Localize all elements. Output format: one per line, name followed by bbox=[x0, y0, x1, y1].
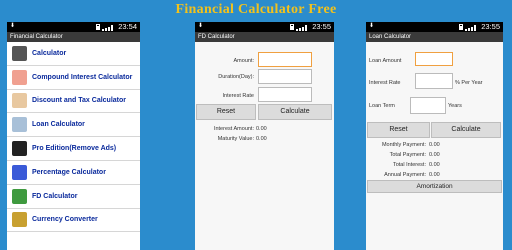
total-payment-label: Total Payment: bbox=[389, 152, 426, 158]
menu-item-label: Discount and Tax Calculator bbox=[32, 97, 126, 105]
maturity-value-value: 0.00 bbox=[256, 136, 267, 142]
menu-item-label: Calculator bbox=[32, 49, 67, 57]
menu-item[interactable]: Loan Calculator bbox=[7, 113, 140, 138]
download-icon: ⬇ bbox=[369, 23, 375, 29]
signal-icon bbox=[102, 24, 116, 31]
duration-input[interactable] bbox=[258, 69, 312, 84]
menu-item-label: Pro Edition(Remove Ads) bbox=[32, 145, 117, 153]
amount-label: Amount: bbox=[233, 58, 254, 64]
screen-title-bar: Loan Calculator bbox=[366, 32, 503, 42]
loan-term-label: Loan Term bbox=[369, 103, 395, 109]
total-interest-label: Total Interest: bbox=[392, 162, 426, 168]
menu-item-label: Percentage Calculator bbox=[32, 168, 106, 176]
interest-rate-input[interactable] bbox=[415, 73, 453, 89]
annual-payment-label: Annual Payment: bbox=[384, 172, 426, 178]
piggy-bank-icon bbox=[12, 69, 27, 85]
total-payment-value: 0.00 bbox=[429, 152, 440, 158]
menu-item[interactable]: Discount and Tax Calculator bbox=[7, 90, 140, 114]
reset-button[interactable]: Reset bbox=[367, 122, 430, 138]
status-time: 23:54 bbox=[118, 22, 137, 31]
interest-rate-input[interactable] bbox=[258, 87, 312, 102]
menu-item-label: Compound Interest Calculator bbox=[32, 73, 133, 81]
menu-item[interactable]: Calculator bbox=[7, 42, 140, 66]
calculator-icon bbox=[12, 45, 27, 61]
phone-main-menu: ⬇ 23:54 Financial Calculator Calculator C… bbox=[7, 22, 140, 250]
maturity-value-label: Maturity Value: bbox=[217, 136, 254, 142]
hand-money-icon bbox=[12, 93, 27, 109]
years-suffix: Years bbox=[448, 103, 462, 109]
interest-rate-label: Interest Rate bbox=[369, 80, 401, 86]
app-title-bar: Financial Calculator bbox=[7, 32, 140, 42]
duration-label: Duration(Day): bbox=[218, 74, 254, 80]
currency-icon bbox=[12, 212, 27, 228]
monthly-payment-value: 0.00 bbox=[429, 142, 440, 148]
menu-item[interactable]: Compound Interest Calculator bbox=[7, 66, 140, 90]
house-icon bbox=[12, 117, 27, 133]
phone-fd-calculator: ⬇ 23:55 FD Calculator Amount: Duration(D… bbox=[195, 22, 334, 250]
reset-button[interactable]: Reset bbox=[196, 104, 256, 120]
amount-input[interactable] bbox=[258, 52, 312, 67]
banner-title: Financial Calculator Free bbox=[175, 2, 337, 17]
badge-icon bbox=[12, 141, 27, 157]
menu-item-label: Loan Calculator bbox=[32, 121, 85, 129]
signal-icon bbox=[296, 24, 310, 31]
status-bar: ⬇ 23:54 bbox=[7, 22, 140, 32]
menu-list: Calculator Compound Interest Calculator Di… bbox=[7, 42, 140, 233]
monthly-payment-label: Monthly Payment: bbox=[381, 142, 426, 148]
menu-item-label: Currency Converter bbox=[32, 216, 98, 224]
per-year-suffix: % Per Year bbox=[455, 80, 483, 86]
interest-amount-value: 0.00 bbox=[256, 126, 267, 132]
menu-item[interactable]: FD Calculator bbox=[7, 185, 140, 209]
menu-item[interactable]: Currency Converter bbox=[7, 209, 140, 233]
screen-title-bar: FD Calculator bbox=[195, 32, 334, 42]
loan-term-input[interactable] bbox=[410, 97, 446, 114]
battery-icon bbox=[290, 24, 294, 30]
menu-item[interactable]: Percentage Calculator bbox=[7, 161, 140, 185]
fd-icon bbox=[12, 188, 27, 204]
calculate-button[interactable]: Calculate bbox=[258, 104, 332, 120]
amortization-button[interactable]: Amortization bbox=[367, 180, 502, 193]
annual-payment-value: 0.00 bbox=[429, 172, 440, 178]
total-interest-value: 0.00 bbox=[429, 162, 440, 168]
download-icon: ⬇ bbox=[10, 23, 16, 29]
menu-item-label: FD Calculator bbox=[32, 192, 78, 200]
interest-rate-label: Interest Rate bbox=[222, 93, 255, 99]
status-time: 23:55 bbox=[312, 22, 331, 31]
percent-icon bbox=[12, 164, 27, 180]
menu-item[interactable]: Pro Edition(Remove Ads) bbox=[7, 137, 140, 161]
status-time: 23:55 bbox=[481, 22, 500, 31]
battery-icon bbox=[459, 24, 463, 30]
interest-amount-label: Interest Amount: bbox=[213, 126, 254, 132]
battery-icon bbox=[96, 24, 100, 30]
loan-amount-label: Loan Amount bbox=[369, 58, 402, 64]
status-bar: ⬇ 23:55 bbox=[195, 22, 334, 32]
loan-amount-input[interactable] bbox=[415, 52, 453, 66]
download-icon: ⬇ bbox=[198, 23, 204, 29]
status-bar: ⬇ 23:55 bbox=[366, 22, 503, 32]
phone-loan-calculator: ⬇ 23:55 Loan Calculator Loan Amount Inte… bbox=[366, 22, 503, 250]
signal-icon bbox=[465, 24, 479, 31]
calculate-button[interactable]: Calculate bbox=[431, 122, 501, 138]
